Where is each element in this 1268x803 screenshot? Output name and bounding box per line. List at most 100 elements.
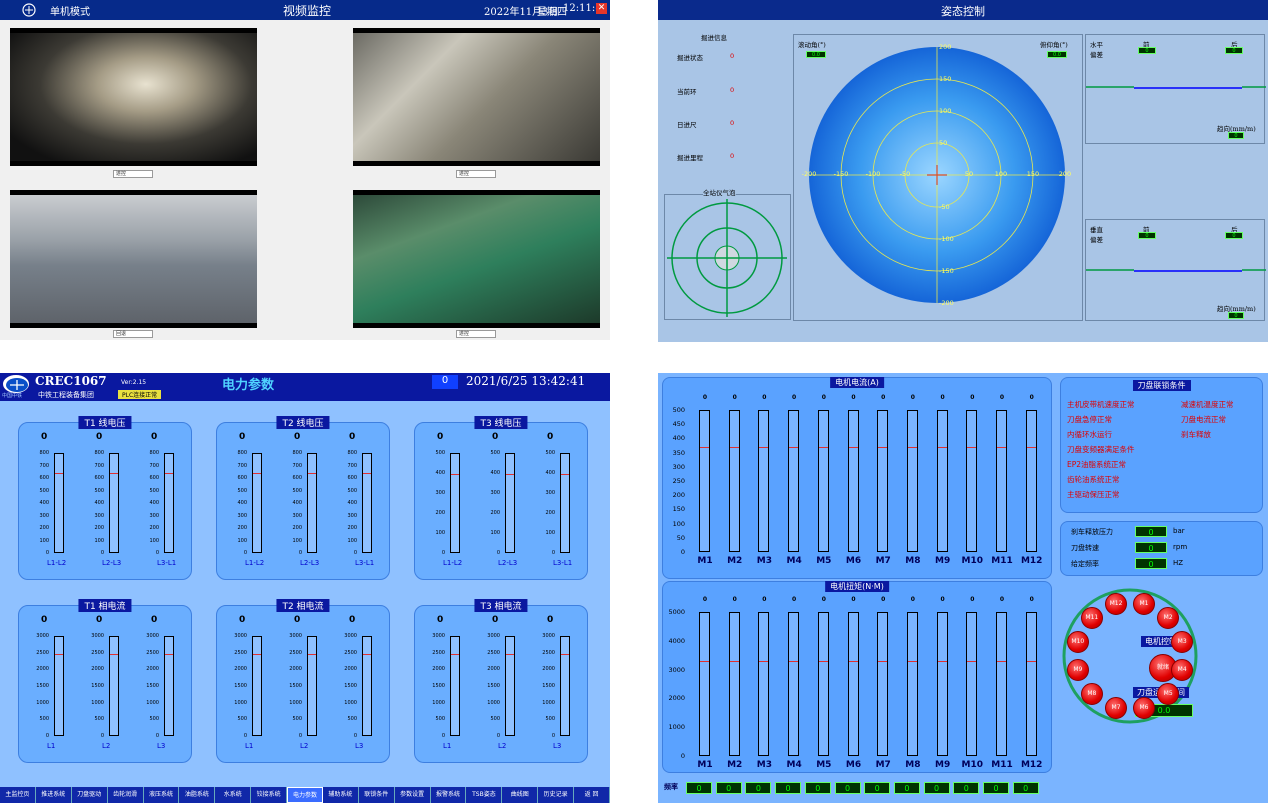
- scale-y-tick: 50: [939, 139, 948, 147]
- frequency-value: 0: [893, 782, 920, 794]
- frequency-value: 0: [834, 782, 861, 794]
- motor-bar: [758, 410, 770, 552]
- bar-tick: 2500: [146, 649, 159, 656]
- bar-tick: 2500: [234, 649, 247, 656]
- bar-tick: 0: [496, 733, 500, 739]
- motor-label: M8: [905, 760, 921, 770]
- bar-value: 0: [96, 615, 103, 625]
- camera-feed-1[interactable]: [10, 28, 257, 166]
- axis-tick: 200: [672, 491, 685, 500]
- bar-limit-marker: [1026, 660, 1036, 662]
- bar-label: L3-L1: [157, 559, 177, 567]
- motor-indicator-light[interactable]: M11: [1080, 606, 1103, 629]
- gauge-group: T2 线电压 0 800 700 600 500 400 300 200 100 0 L1-L2 0 80…: [216, 416, 390, 580]
- frequency-value: 0: [923, 782, 950, 794]
- interlock-title: 刀盘联锁条件: [1132, 380, 1191, 391]
- bar-limit-marker: [907, 446, 917, 448]
- motor-label: M5: [816, 760, 832, 770]
- voltage-current-bar: [164, 453, 174, 553]
- nav-button[interactable]: TSB姿态: [466, 787, 503, 803]
- motor-indicator-light[interactable]: M7: [1105, 697, 1128, 720]
- nav-button[interactable]: 辅助系统: [322, 787, 359, 803]
- nav-button[interactable]: 推进系统: [35, 787, 72, 803]
- motor-value: 0: [999, 596, 1005, 603]
- bubble-level-gauge: [667, 199, 787, 317]
- bar-limit-marker: [253, 653, 261, 655]
- nav-button[interactable]: 联锁条件: [358, 787, 395, 803]
- motor-indicator-light[interactable]: M10: [1066, 631, 1089, 654]
- bar-tick: 0: [45, 550, 49, 556]
- scale-y-tick: -150: [939, 267, 954, 275]
- motor-indicator-light[interactable]: M9: [1066, 658, 1089, 681]
- bar-tick: 2000: [344, 666, 357, 673]
- bar-label: L3-L1: [355, 559, 375, 567]
- bar-limit-marker: [363, 653, 371, 655]
- cutter-params-panel: 刹车释放压力 0 bar 刀盘转速 0 rpm 给定频率 0 HZ: [1060, 521, 1263, 576]
- scale-y-tick: 200: [939, 43, 952, 51]
- interlock-condition: EP2油脂系统正常: [1067, 460, 1127, 469]
- motor-current-panel: 电机电流(A) 500 450 400 350 300 250 200 150 100 50 0 0 M…: [662, 377, 1052, 579]
- info-value: 0: [730, 152, 735, 160]
- info-heading: 掘进信息: [701, 34, 727, 42]
- interlock-condition: 刀盘急停正常: [1067, 415, 1112, 424]
- vertical-deviation-panel: 垂直偏差 前 0 后 0 趋向(mm/m) 0: [1085, 219, 1266, 321]
- monitor-logo-icon: [22, 3, 36, 20]
- gauge-group: T1 线电压 0 800 700 600 500 400 300 200 100 0 L1-L2 0 80…: [18, 416, 192, 580]
- nav-button[interactable]: 水系统: [215, 787, 252, 803]
- voltage-current-bar: [505, 453, 515, 553]
- bar-limit-marker: [848, 660, 858, 662]
- bar-limit-marker: [506, 474, 514, 475]
- motor-bar: [847, 612, 859, 756]
- bar-tick: 100: [94, 537, 104, 544]
- camera-select-3[interactable]: 回退: [113, 330, 153, 338]
- info-label: 当前环: [677, 88, 697, 96]
- bar-tick: 2000: [91, 666, 104, 673]
- axis-tick: 0: [680, 752, 685, 760]
- camera-feed-3[interactable]: [10, 190, 257, 328]
- motor-indicator-light[interactable]: M3: [1171, 631, 1194, 654]
- interlock-condition: 主机皮带机速度正常: [1067, 400, 1135, 409]
- axis-tick: 250: [672, 477, 685, 485]
- close-icon[interactable]: ✕: [596, 3, 607, 14]
- motor-indicator-light[interactable]: M12: [1105, 592, 1128, 615]
- motor-value: 0: [732, 394, 737, 401]
- bar-tick: 200: [435, 510, 445, 516]
- nav-button[interactable]: 刀盘驱动: [71, 787, 108, 803]
- bar-limit-marker: [110, 473, 118, 475]
- nav-button[interactable]: 电力参数: [287, 787, 323, 803]
- nav-button[interactable]: 主监控页: [0, 787, 36, 803]
- motor-indicator-light[interactable]: M6: [1132, 697, 1155, 720]
- motor-indicator-light[interactable]: M1: [1132, 592, 1155, 615]
- camera-feed-2[interactable]: [353, 28, 600, 166]
- video-title-bar: 单机模式 视频监控 2022年11月3日 星期四 12:11:8 ✕: [0, 0, 610, 20]
- motor-torque-title: 电机扭矩(N·M): [825, 581, 889, 592]
- motor-indicator-light[interactable]: M2: [1157, 606, 1180, 629]
- nav-button[interactable]: 油脂系统: [179, 787, 216, 803]
- nav-button[interactable]: 液压系统: [143, 787, 180, 803]
- camera-select-1[interactable]: 遂控: [113, 170, 153, 178]
- camera-select-4[interactable]: 遂控: [456, 330, 496, 338]
- bar-tick: 500: [545, 450, 555, 456]
- bar-limit-marker: [451, 653, 459, 655]
- nav-button[interactable]: 历史记录: [538, 787, 575, 803]
- bar-tick: 0: [155, 550, 159, 556]
- camera-feed-4[interactable]: [353, 190, 600, 328]
- motor-indicator-light[interactable]: M4: [1171, 658, 1194, 681]
- motor-value: 0: [851, 394, 856, 401]
- scale-x-tick: -50: [899, 170, 911, 178]
- nav-button[interactable]: 返 回: [574, 787, 610, 803]
- voltage-current-bar: [54, 453, 64, 553]
- interlock-condition: 刀盘电流正常: [1181, 415, 1226, 424]
- nav-button[interactable]: 曲线图: [502, 787, 539, 803]
- nav-button[interactable]: 参数设置: [394, 787, 431, 803]
- motor-indicator-light[interactable]: M8: [1080, 683, 1103, 706]
- nav-button[interactable]: 铰接系统: [251, 787, 288, 803]
- bar-tick: 1500: [289, 683, 302, 689]
- bar-limit-marker: [308, 653, 316, 655]
- bar-tick: 200: [39, 525, 49, 531]
- motor-label: M9: [934, 556, 951, 566]
- nav-button[interactable]: 报警系统: [430, 787, 467, 803]
- nav-button[interactable]: 齿轮润滑: [107, 787, 144, 803]
- camera-select-2[interactable]: 遂控: [456, 170, 496, 178]
- scale-y-tick: 100: [939, 107, 952, 115]
